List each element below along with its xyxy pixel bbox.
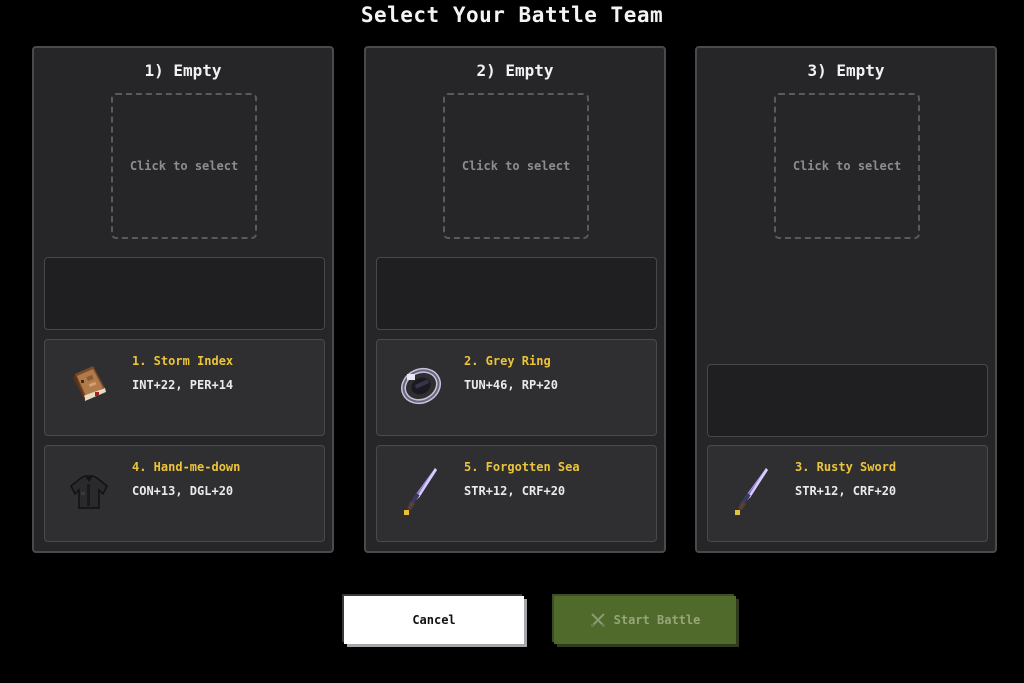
item-stats: TUN+46, RP+20	[464, 378, 558, 392]
item-stats: STR+12, CRF+20	[795, 484, 897, 498]
select-slot-button[interactable]: Click to select	[111, 93, 257, 239]
item-card[interactable]: 5. Forgotten Sea STR+12, CRF+20	[376, 445, 657, 542]
page-title: Select Your Battle Team	[360, 3, 664, 27]
sword-icon	[395, 466, 447, 518]
item-stats: STR+12, CRF+20	[464, 484, 566, 498]
item-name: 4. Hand-me-down	[132, 460, 241, 474]
select-slot-button[interactable]: Click to select	[774, 93, 920, 239]
cancel-button[interactable]: Cancel	[344, 596, 524, 644]
item-card[interactable]: 1. Storm Index INT+22, PER+14	[44, 339, 325, 436]
slot-title: 2) Empty	[476, 61, 554, 80]
cancel-label: Cancel	[412, 613, 456, 627]
team-slot-2: 2) Empty Click to select 2. Grey Ring TU…	[364, 46, 666, 553]
start-battle-button[interactable]: Start Battle	[554, 596, 736, 644]
item-name: 5. Forgotten Sea	[464, 460, 580, 474]
empty-item-card	[376, 257, 657, 330]
item-card[interactable]: 2. Grey Ring TUN+46, RP+20	[376, 339, 657, 436]
item-card[interactable]: 4. Hand-me-down CON+13, DGL+20	[44, 445, 325, 542]
team-slot-1: 1) Empty Click to select 1. Storm Index …	[32, 46, 334, 553]
item-name: 3. Rusty Sword	[795, 460, 897, 474]
select-slot-button[interactable]: Click to select	[443, 93, 589, 239]
slot-title: 3) Empty	[807, 61, 885, 80]
item-name: 1. Storm Index	[132, 354, 234, 368]
empty-item-card	[707, 364, 988, 437]
start-battle-label: Start Battle	[613, 613, 701, 627]
crossed-swords-icon	[590, 612, 606, 628]
team-slot-3: 3) Empty Click to select 3. Rusty Sword …	[695, 46, 997, 553]
item-stats: INT+22, PER+14	[132, 378, 234, 392]
item-stats: CON+13, DGL+20	[132, 484, 234, 498]
empty-item-card	[44, 257, 325, 330]
shirt-icon	[63, 466, 115, 518]
ring-icon	[395, 360, 447, 412]
item-card[interactable]: 3. Rusty Sword STR+12, CRF+20	[707, 445, 988, 542]
book-icon	[63, 360, 115, 412]
slot-title: 1) Empty	[144, 61, 222, 80]
item-name: 2. Grey Ring	[464, 354, 551, 368]
sword-icon	[726, 466, 778, 518]
